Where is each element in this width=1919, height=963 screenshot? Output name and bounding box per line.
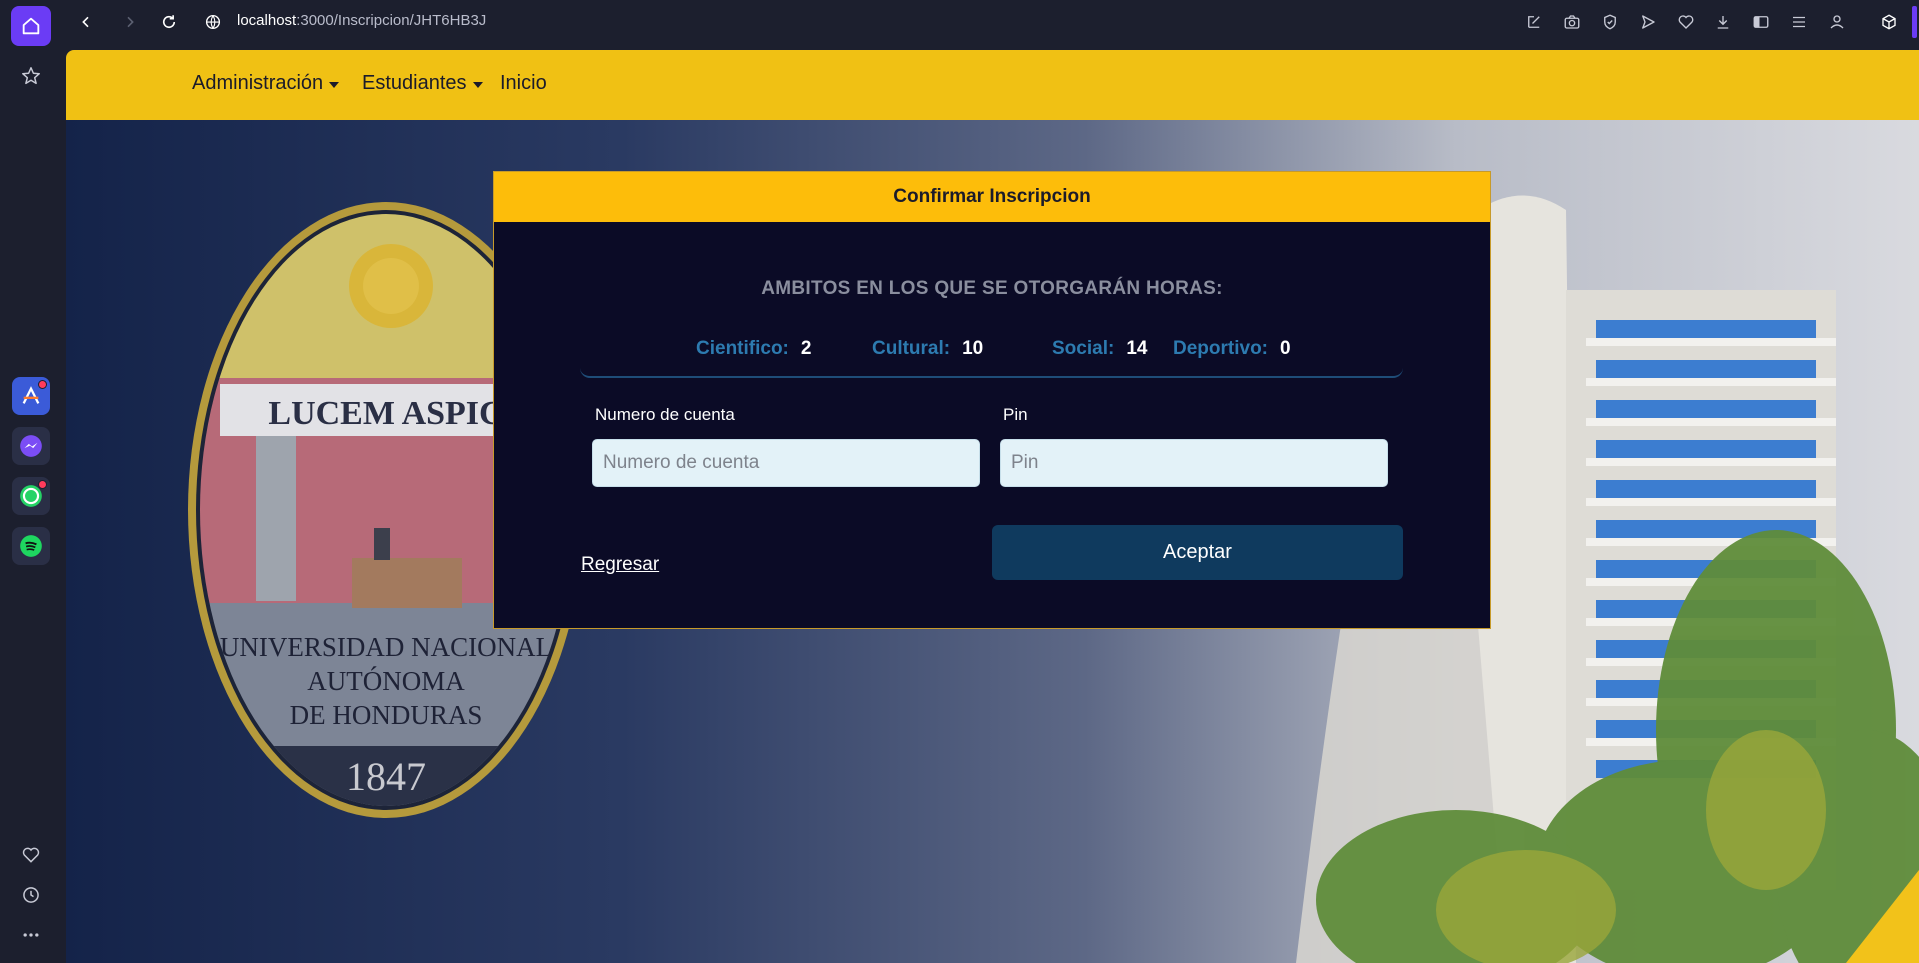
nav-inicio-label: Inicio <box>500 72 547 94</box>
app-launcher-icon[interactable] <box>12 377 50 415</box>
stat-label: Deportivo: <box>1173 338 1268 359</box>
stat-social: Social: 14 <box>1052 338 1147 360</box>
modal-title: Confirmar Inscripcion <box>494 172 1490 222</box>
stat-cultural: Cultural: 10 <box>872 338 983 360</box>
stat-value: 2 <box>800 338 812 359</box>
url-path: :3000/Inscripcion/JHT6HB3J <box>296 12 487 29</box>
page-viewport: LUCEM ASPIC UNIVERSIDAD NACIONAL AUTÓNOM… <box>66 50 1919 963</box>
site-info-icon[interactable] <box>201 10 225 34</box>
stat-label: Social: <box>1052 338 1115 359</box>
spotify-icon[interactable] <box>12 527 50 565</box>
hours-stats: Cientifico: 2 Cultural: 10 Social: 14 Depor… <box>494 338 1490 366</box>
confirm-modal: Confirmar Inscripcion AMBITOS EN LOS QUE… <box>493 171 1491 629</box>
browser-sidebar <box>0 0 62 963</box>
address-bar[interactable]: localhost:3000/Inscripcion/JHT6HB3J <box>237 12 486 29</box>
caret-down-icon <box>329 81 340 88</box>
nav-administracion-label: Administración <box>192 72 324 94</box>
home-icon[interactable] <box>11 6 51 46</box>
seal-motto: LUCEM ASPIC <box>268 395 503 432</box>
back-icon[interactable] <box>74 10 98 34</box>
heart-icon[interactable] <box>19 843 43 867</box>
more-icon[interactable] <box>19 923 43 947</box>
seal-line1: UNIVERSIDAD NACIONAL <box>220 632 552 662</box>
star-icon[interactable] <box>19 64 43 88</box>
url-host: localhost <box>237 12 297 29</box>
camera-icon[interactable] <box>1560 10 1584 34</box>
caret-down-icon <box>472 81 483 88</box>
download-icon[interactable] <box>1711 10 1735 34</box>
reload-icon[interactable] <box>157 10 181 34</box>
browser-toolbar: localhost:3000/Inscripcion/JHT6HB3J <box>62 0 1919 44</box>
nav-administracion[interactable]: Administración <box>192 72 340 95</box>
menu-icon[interactable] <box>1787 10 1811 34</box>
favorite-icon[interactable] <box>1674 10 1698 34</box>
pin-label: Pin <box>1003 405 1028 424</box>
account-number-input[interactable] <box>592 439 980 487</box>
stat-value: 0 <box>1280 338 1291 359</box>
seal-line2: AUTÓNOMA <box>307 666 465 696</box>
seal-line3: DE HONDURAS <box>290 700 483 730</box>
nav-estudiantes[interactable]: Estudiantes <box>362 72 483 95</box>
stat-value: 10 <box>962 338 984 359</box>
stat-label: Cultural: <box>872 338 951 359</box>
nav-estudiantes-label: Estudiantes <box>362 72 467 94</box>
section-divider <box>580 368 1403 378</box>
send-icon[interactable] <box>1636 10 1660 34</box>
history-icon[interactable] <box>19 883 43 907</box>
back-link[interactable]: Regresar <box>581 554 659 576</box>
edit-icon[interactable] <box>1522 10 1546 34</box>
forward-icon[interactable] <box>118 10 142 34</box>
stat-label: Cientifico: <box>696 338 789 359</box>
shield-icon[interactable] <box>1598 10 1622 34</box>
nav-inicio[interactable]: Inicio <box>500 72 547 95</box>
seal-year: 1847 <box>346 754 426 799</box>
pin-input[interactable] <box>1000 439 1388 487</box>
ambitos-heading: AMBITOS EN LOS QUE SE OTORGARÁN HORAS: <box>761 278 1223 299</box>
app-navbar: Administración Estudiantes Inicio <box>66 50 1919 120</box>
whatsapp-icon[interactable] <box>12 477 50 515</box>
stat-deportivo: Deportivo: 0 <box>1173 338 1291 360</box>
sidebar-toggle-icon[interactable] <box>1749 10 1773 34</box>
messenger-icon[interactable] <box>12 427 50 465</box>
account-label: Numero de cuenta <box>595 405 735 424</box>
stat-value: 14 <box>1126 338 1148 359</box>
active-indicator <box>1912 6 1917 38</box>
stat-cientifico: Cientifico: 2 <box>696 338 811 360</box>
accept-button[interactable]: Aceptar <box>992 525 1403 580</box>
extensions-icon[interactable] <box>1877 10 1901 34</box>
profile-icon[interactable] <box>1825 10 1849 34</box>
